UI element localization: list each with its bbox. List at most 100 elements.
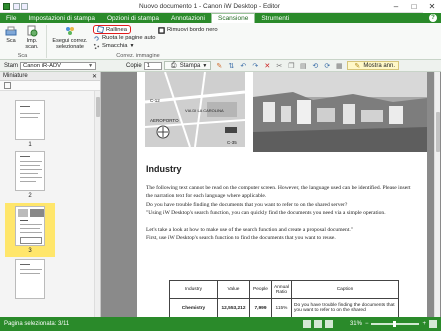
table-row: Chemistry 12,553,212 7,999 115% Do you h…: [169, 298, 399, 317]
table-cell: 7,999: [249, 298, 272, 317]
delete-icon[interactable]: ✕: [263, 62, 271, 70]
help-icon[interactable]: ?: [429, 14, 437, 22]
chevron-down-icon: ▼: [202, 62, 208, 69]
correction-icon: [66, 27, 74, 35]
thumbnail-view-icon[interactable]: [4, 82, 11, 89]
thumbnail-image: [15, 206, 45, 246]
esegui-correz-button[interactable]: Esegui correz. selezionate: [50, 25, 90, 50]
thumbnail-scrollbar[interactable]: [94, 91, 100, 317]
layout-icon[interactable]: ▦: [335, 62, 343, 70]
group-label-sca: Sca: [17, 53, 28, 59]
doc-paragraph: Let's take a look at how to make use of …: [146, 227, 354, 233]
single-page-view-icon[interactable]: [302, 320, 311, 328]
imp-scan-button[interactable]: Imp. scan.: [21, 25, 43, 50]
city-photo: [253, 72, 427, 152]
scan-settings-icon: [27, 25, 38, 37]
stampa-button[interactable]: ⎙ Stampa ▼: [163, 61, 212, 70]
doc-heading: Industry: [146, 164, 182, 174]
map-label-c12: C-12: [150, 98, 160, 103]
map-label-c35: C-35: [227, 140, 237, 145]
table-header-cell: Caption: [291, 280, 399, 299]
ribbon-separator: [46, 25, 47, 58]
document-page: C-12 VIA DI LA CAROLINA AEROPORTO C-35 I…: [137, 72, 427, 317]
zoom-out-icon[interactable]: −: [365, 321, 369, 327]
printer-icon: ⎙: [170, 61, 177, 69]
tab-annotazioni[interactable]: Annotazioni: [165, 13, 211, 23]
minimize-button[interactable]: –: [387, 0, 405, 13]
table-cell: 12,553,212: [217, 298, 250, 317]
map-label-aeroporto: AEROPORTO: [150, 118, 179, 123]
scanner-icon: [5, 26, 17, 36]
rimuovi-bordo-button[interactable]: Rimuovi bordo nero: [158, 26, 218, 34]
ruota-pagine-button[interactable]: Ruota le pagine auto: [93, 34, 156, 42]
table-cell: Do you have trouble finding the document…: [291, 298, 399, 317]
save-icon[interactable]: [13, 2, 20, 10]
stam-label: Stam: [4, 62, 19, 69]
app-icon: [3, 2, 10, 10]
table-header-row: Industry Value People Annual Ratio Capti…: [169, 280, 399, 299]
fit-width-icon[interactable]: [324, 320, 333, 328]
scroll-thumb[interactable]: [96, 97, 100, 117]
thumbnail-page-1[interactable]: 1: [5, 100, 55, 148]
redo-icon[interactable]: ↷: [251, 62, 259, 70]
title-bar: Nuovo documento 1 - Canon iW Desktop - E…: [0, 0, 441, 13]
deskew-icon: [97, 26, 104, 33]
copie-stepper[interactable]: 1: [143, 61, 162, 70]
doc-table: Industry Value People Annual Ratio Capti…: [169, 280, 399, 317]
rotate-right-icon[interactable]: ⟳: [323, 62, 331, 70]
thumbnail-image: [15, 151, 45, 191]
copy-icon[interactable]: ❐: [287, 62, 295, 70]
thumbnail-page-2[interactable]: 2: [5, 151, 55, 199]
scroll-thumb[interactable]: [436, 112, 440, 152]
pin-icon[interactable]: ✕: [92, 73, 97, 80]
annotation-icon: ✎: [354, 62, 361, 70]
rallinea-button[interactable]: Rallinea: [93, 25, 131, 34]
undo-icon[interactable]: ↶: [239, 62, 247, 70]
cut-icon[interactable]: ✂: [275, 62, 283, 70]
close-button[interactable]: ✕: [423, 0, 441, 13]
thumbnail-page-4[interactable]: [5, 259, 55, 299]
undo-icon[interactable]: [21, 2, 28, 10]
tab-impostazioni-di-stampa[interactable]: Impostazioni di stampa: [22, 13, 100, 23]
table-header-cell: Industry: [169, 280, 218, 299]
doc-paragraph: First, use iW Desktop's search function …: [146, 235, 336, 241]
thumbnail-page-3[interactable]: 3: [5, 203, 55, 257]
tab-file[interactable]: File: [0, 13, 22, 23]
smacchia-button[interactable]: Smacchia ▼: [93, 42, 134, 50]
sca-button[interactable]: Sca: [3, 25, 19, 44]
thumbnail-toolbar: [0, 81, 100, 91]
sort-icon[interactable]: ⇅: [227, 62, 235, 70]
map-image: C-12 VIA DI LA CAROLINA AEROPORTO C-35: [145, 72, 245, 147]
group-correz-immagine: Esegui correz. selezionate Rallinea Ruot…: [48, 23, 228, 60]
printer-select[interactable]: Canon iR-ADV ▼: [20, 61, 97, 70]
ribbon: Sca Imp. scan. Sca Esegui correz. selezi…: [0, 23, 441, 60]
table-header-cell: Value: [217, 280, 250, 299]
doc-paragraph: "Using iW Desktop's search function, you…: [146, 210, 386, 216]
group-label-correz: Correz. immagine: [116, 53, 160, 59]
staple-icon[interactable]: ✎: [215, 62, 223, 70]
zoom-level: 31%: [349, 321, 362, 327]
chevron-down-icon: ▼: [88, 62, 94, 69]
maximize-button[interactable]: □: [405, 0, 423, 13]
thumbnail-header: Miniature ✕: [0, 72, 100, 81]
document-scrollbar[interactable]: [434, 72, 440, 317]
border-remove-icon: [158, 26, 165, 34]
document-view: C-12 VIA DI LA CAROLINA AEROPORTO C-35 I…: [101, 72, 441, 317]
table-cell: 115%: [271, 298, 292, 317]
two-page-view-icon[interactable]: [313, 320, 322, 328]
print-toolbar: Stam Canon iR-ADV ▼ Copie 1 ⎙ Stampa ▼ ✎…: [0, 60, 441, 72]
zoom-in-icon[interactable]: +: [422, 321, 426, 327]
thumbnail-pane: Miniature ✕ 1 2 3: [0, 72, 101, 317]
tab-opzioni-di-stampa[interactable]: Opzioni di stampa: [101, 13, 165, 23]
rotate-left-icon[interactable]: ⟲: [311, 62, 319, 70]
copie-label: Copie: [126, 62, 142, 69]
mostra-annotazioni-button[interactable]: ✎ Mostra ann.: [347, 61, 400, 70]
fit-page-icon[interactable]: [429, 320, 437, 328]
tab-strumenti[interactable]: Strumenti: [255, 13, 295, 23]
tab-scansione[interactable]: Scansione: [210, 13, 256, 23]
ribbon-tabs: File Impostazioni di stampa Opzioni di s…: [0, 13, 441, 23]
despeckle-icon: [93, 43, 100, 49]
doc-paragraph: The following text cannot be read on the…: [146, 185, 411, 200]
zoom-slider[interactable]: [371, 321, 420, 327]
paste-icon[interactable]: ▤: [299, 62, 307, 70]
